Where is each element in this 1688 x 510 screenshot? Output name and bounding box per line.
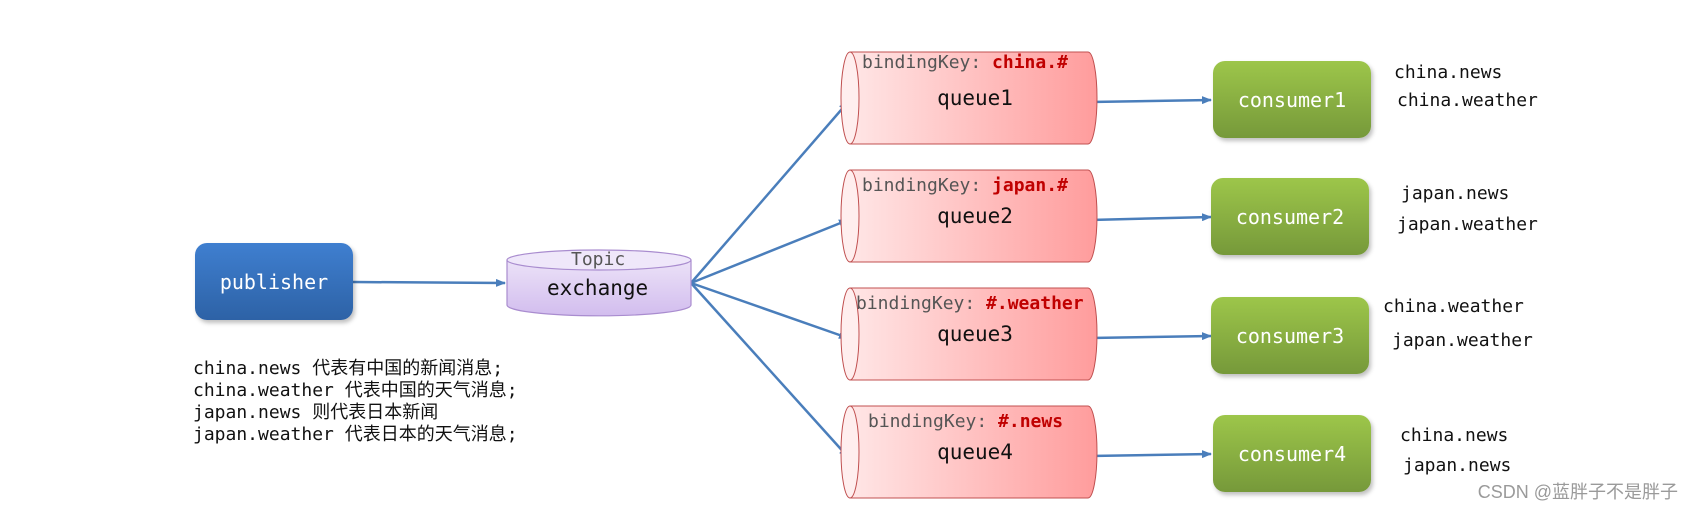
consumer1-box: consumer1 <box>1213 61 1371 138</box>
consumer3-key: japan.weather <box>1392 330 1533 351</box>
consumer4-key: japan.news <box>1403 455 1512 476</box>
arrow-queue2-to-consumer2 <box>1089 213 1212 222</box>
consumer1-key: china.weather <box>1397 90 1538 111</box>
arrow-queue3-to-consumer3 <box>1089 332 1212 341</box>
queue2-binding-key: bindingKey: japan.# <box>862 175 1068 196</box>
description-line: china.weather 代表中国的天气消息; <box>193 380 518 401</box>
consumer2-label: consumer2 <box>1235 204 1345 229</box>
exchange-label: exchange <box>547 276 649 300</box>
consumer1-key: china.news <box>1394 62 1503 83</box>
arrow-publisher-to-exchange <box>352 278 506 287</box>
arrow-exchange-to-queue1 <box>690 101 849 284</box>
queue3-label: queue3 <box>937 322 1013 346</box>
queue4-binding-key: bindingKey: #.news <box>868 411 1064 432</box>
consumer2-key: japan.weather <box>1397 214 1538 235</box>
queue2-label: queue2 <box>937 204 1013 228</box>
consumer3-label: consumer3 <box>1235 323 1345 348</box>
consumer3-key: china.weather <box>1383 296 1524 317</box>
routing-key-description: china.news 代表有中国的新闻消息; china.weather 代表中… <box>193 358 518 446</box>
publisher-label: publisher <box>219 269 329 294</box>
description-line: china.news 代表有中国的新闻消息; <box>193 358 504 379</box>
consumer2-box: consumer2 <box>1211 178 1369 255</box>
arrow-queue4-to-consumer4 <box>1089 450 1212 459</box>
consumer2-key: japan.news <box>1401 183 1510 204</box>
consumer4-box: consumer4 <box>1213 415 1371 492</box>
consumer4-key: china.news <box>1400 425 1509 446</box>
queue1-binding-key: bindingKey: china.# <box>862 52 1068 73</box>
queue4-label: queue4 <box>937 440 1013 464</box>
arrow-exchange-to-queue4 <box>690 282 849 458</box>
description-line: japan.weather 代表日本的天气消息; <box>193 424 518 445</box>
queue3-binding-key: bindingKey: #.weather <box>856 293 1084 314</box>
arrow-exchange-to-queue2 <box>690 218 849 285</box>
description-line: japan.news 则代表日本新闻 <box>193 402 439 423</box>
watermark: CSDN @蓝胖子不是胖子 <box>1477 482 1678 502</box>
consumer3-box: consumer3 <box>1211 297 1369 374</box>
publisher-box: publisher <box>195 243 353 320</box>
arrow-queue1-to-consumer1 <box>1089 96 1212 105</box>
exchange-type-label: Topic <box>571 249 626 270</box>
queue1-label: queue1 <box>937 86 1013 110</box>
consumer4-label: consumer4 <box>1237 441 1347 466</box>
consumer1-label: consumer1 <box>1237 87 1347 112</box>
